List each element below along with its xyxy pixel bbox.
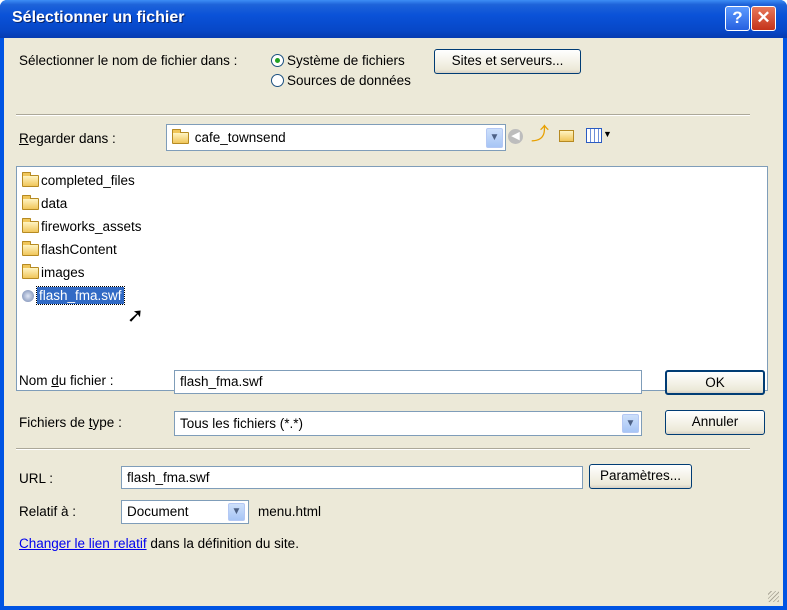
chevron-down-icon[interactable]: ▼: [228, 503, 245, 521]
relative-label: Relatif à :: [19, 504, 77, 519]
chevron-down-icon[interactable]: ▼: [622, 414, 639, 433]
back-icon[interactable]: ◀: [508, 129, 523, 144]
help-button[interactable]: ?: [725, 6, 750, 31]
url-input[interactable]: flash_fma.swf: [121, 466, 583, 489]
change-relative-link[interactable]: Changer le lien relatif: [19, 536, 147, 551]
title-bar[interactable]: Sélectionner un fichier ? ✕: [0, 0, 787, 38]
ok-button[interactable]: OK: [665, 370, 765, 395]
folder-icon: [22, 241, 39, 256]
filetype-select[interactable]: Tous les fichiers (*.*): [174, 411, 642, 436]
relative-file: menu.html: [258, 504, 322, 519]
swf-file-icon: [22, 290, 34, 302]
filetype-value: Tous les fichiers (*.*): [180, 416, 304, 431]
help-icon: ?: [732, 8, 743, 27]
dialog-title: Sélectionner un fichier: [12, 9, 185, 26]
folder-icon: [22, 264, 39, 279]
cancel-button[interactable]: Annuler: [665, 410, 765, 435]
look-in-label: Regarder dans :: [19, 131, 116, 146]
look-in-value: cafe_townsend: [194, 130, 286, 145]
list-item[interactable]: flashContent: [22, 241, 117, 262]
change-relative-row: Changer le lien relatif dans la définiti…: [19, 536, 299, 551]
radio-filesystem-label[interactable]: Système de fichiers: [287, 53, 405, 68]
look-in-select[interactable]: cafe_townsend: [166, 124, 506, 151]
filename-input[interactable]: flash_fma.swf: [174, 370, 642, 394]
change-relative-text: dans la définition du site.: [150, 536, 299, 551]
parameters-button[interactable]: Paramètres...: [589, 464, 692, 489]
separator-bottom: [16, 448, 750, 450]
up-folder-icon[interactable]: ⤴: [531, 124, 549, 144]
url-label: URL :: [19, 471, 54, 486]
list-item-selected[interactable]: flash_fma.swf: [22, 286, 125, 308]
view-menu-icon[interactable]: [586, 128, 602, 143]
relative-value: Document: [127, 504, 189, 519]
filename-label: Nom du fichier :: [19, 373, 114, 388]
dialog-client-area: Sélectionner le nom de fichier dans : Sy…: [4, 38, 783, 606]
close-icon: ✕: [756, 8, 771, 27]
mouse-cursor-icon: ➚: [127, 305, 144, 327]
folder-icon: [22, 172, 39, 187]
radio-filesystem[interactable]: [271, 54, 284, 67]
list-item[interactable]: data: [22, 195, 67, 216]
close-button[interactable]: ✕: [751, 6, 776, 31]
file-list[interactable]: completed_files data fireworks_assets fl…: [16, 166, 768, 391]
folder-icon: [172, 129, 189, 144]
filetype-label: Fichiers de type :: [19, 415, 122, 430]
chevron-down-icon[interactable]: ▼: [486, 128, 503, 148]
resize-grip-icon[interactable]: [768, 591, 779, 602]
dialog-window: Sélectionner un fichier ? ✕ Sélectionner…: [0, 0, 787, 610]
radio-datasource[interactable]: [271, 74, 284, 87]
view-dropdown-icon[interactable]: ▼: [603, 129, 612, 139]
list-item[interactable]: images: [22, 264, 85, 285]
new-folder-icon[interactable]: [559, 130, 574, 142]
radio-datasource-label[interactable]: Sources de données: [287, 73, 411, 88]
separator-top: [16, 114, 750, 116]
folder-icon: [22, 218, 39, 233]
sites-servers-button[interactable]: Sites et serveurs...: [434, 49, 581, 74]
list-item[interactable]: completed_files: [22, 172, 135, 193]
folder-icon: [22, 195, 39, 210]
list-item[interactable]: fireworks_assets: [22, 218, 142, 239]
source-label: Sélectionner le nom de fichier dans :: [19, 53, 238, 68]
